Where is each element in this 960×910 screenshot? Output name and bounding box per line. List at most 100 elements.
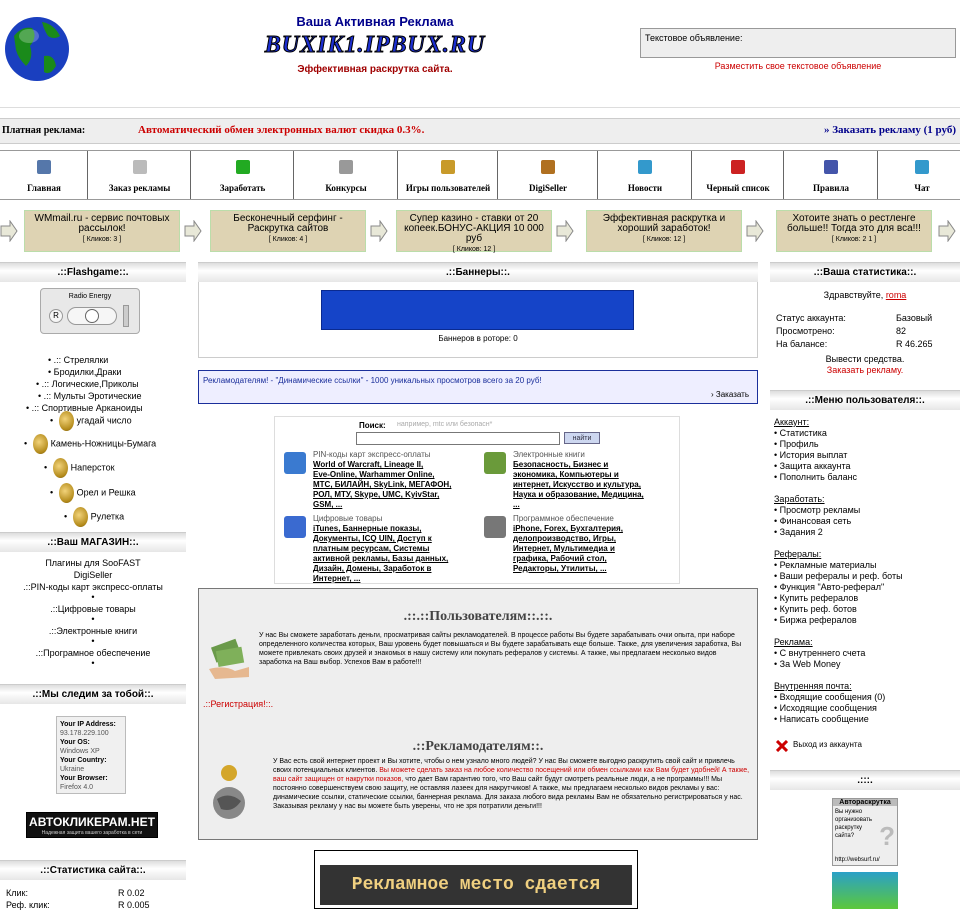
flashgame-item[interactable]: • Рулетка — [64, 507, 124, 527]
category-links[interactable]: активной рекламы, Базы данных, — [313, 554, 448, 564]
flashgame-item[interactable]: • угадай число — [50, 411, 132, 431]
menu-item-5[interactable]: DigiSeller — [498, 151, 598, 199]
ticker-item[interactable]: Хотоите знать о рестленге больше!! Тогда… — [776, 210, 932, 252]
category-link[interactable]: активной рекламы, Базы данных, — [313, 554, 448, 563]
arrow-right-icon[interactable] — [938, 220, 956, 242]
category-link[interactable]: Наука и образование, Медицина, — [513, 490, 644, 499]
menu-item-3[interactable]: Конкурсы — [294, 151, 398, 199]
order-ad-right-link[interactable]: Заказать рекламу. — [770, 365, 960, 375]
flashgame-item[interactable]: • .:: Стрелялки — [48, 355, 108, 365]
arrow-left-icon[interactable] — [0, 220, 18, 242]
menu-item-1[interactable]: Заказ рекламы — [88, 151, 191, 199]
category-links[interactable]: Безопасность, Бизнес и — [513, 460, 608, 470]
category-links[interactable]: графика, Рабочий стол, — [513, 554, 607, 564]
category-links[interactable]: GSM, ... — [313, 500, 342, 510]
banner-slot[interactable] — [321, 290, 634, 330]
ticker-arrow-icon[interactable] — [556, 220, 574, 242]
shop-item[interactable]: Плагины для SooFAST — [0, 558, 186, 568]
ticker-item[interactable]: WMmail.ru - сервис почтовых рассылок! [ К… — [24, 210, 180, 252]
user-menu-item[interactable]: • Профиль — [774, 439, 819, 449]
logout-x-icon[interactable] — [776, 740, 788, 752]
user-menu-item[interactable]: • Биржа рефералов — [774, 615, 857, 625]
menu-item-4[interactable]: Игры пользователей — [398, 151, 498, 199]
flashgame-item[interactable]: • .:: Логические,Приколы — [36, 379, 139, 389]
autosurf-ad[interactable]: Авторaскрутка Вы нужно организовать раск… — [832, 798, 898, 866]
search-button[interactable]: найти — [564, 432, 600, 444]
radio-volume-slider[interactable] — [123, 305, 129, 327]
menu-item-7[interactable]: Черный список — [692, 151, 784, 199]
user-menu-item[interactable]: • Исходящие сообщения — [774, 703, 877, 713]
order-ad-link[interactable]: » Заказать рекламу (1 руб) — [824, 124, 956, 136]
category-link[interactable]: экономика, Компьютеры и — [513, 470, 619, 479]
ticker-item[interactable]: Бесконечный серфинг - Раскрутка сайтов [ … — [210, 210, 366, 252]
category-link[interactable]: World of Warcraft, Lineage II, — [313, 460, 423, 469]
second-right-banner[interactable] — [832, 872, 898, 909]
radio-controls[interactable] — [67, 307, 117, 325]
category-links[interactable]: платным ресурсам, Системы — [313, 544, 430, 554]
user-menu-item[interactable]: • Входящие сообщения (0) — [774, 692, 885, 702]
shop-item[interactable]: DigiSeller — [0, 570, 186, 580]
category-link[interactable]: Eve-Online, Warhammer Online, — [313, 470, 435, 479]
user-menu-item[interactable]: • За Web Money — [774, 659, 840, 669]
menu-item-9[interactable]: Чат — [878, 151, 960, 199]
category-link[interactable]: GSM, ... — [313, 500, 342, 509]
user-menu-item[interactable]: • Финансовая сеть — [774, 516, 851, 526]
category-link[interactable]: iPhone, Forex, Бухгалтерия, — [513, 524, 623, 533]
user-menu-item[interactable]: • Функция "Авто-реферал" — [774, 582, 884, 592]
ticker-item[interactable]: Супер казино - ставки от 20 копеек.БОНУС… — [396, 210, 552, 253]
ad-place-banner[interactable]: Рекламное место сдается — [320, 865, 632, 905]
category-link[interactable]: РОЛ, МТУ, Skype, UMC, KyivStar, — [313, 490, 439, 499]
category-links[interactable]: Дизайн, Домены, Заработок в — [313, 564, 431, 574]
category-links[interactable]: Редакторы, Утилиты, ... — [513, 564, 607, 574]
user-menu-item[interactable]: • Купить рефералов — [774, 593, 858, 603]
user-menu-item[interactable]: • С внутреннего счета — [774, 648, 865, 658]
category-link[interactable]: Редакторы, Утилиты, ... — [513, 564, 607, 573]
menu-item-0[interactable]: Главная — [0, 151, 88, 199]
shop-item[interactable]: .::Электронные книги — [0, 626, 186, 636]
user-menu-item[interactable]: • Задания 2 — [774, 527, 823, 537]
category-link[interactable]: iTunes, Баннерные показы, — [313, 524, 421, 533]
site-logo-text[interactable]: BUXIK1.IPBUX.RU — [230, 32, 520, 59]
radio-player[interactable]: Radio Energy R — [40, 288, 140, 334]
ticker-arrow-icon[interactable] — [370, 220, 388, 242]
shop-item[interactable]: .::Програмное обеспечение — [0, 648, 186, 658]
category-links[interactable]: делопроизводство, Игры, — [513, 534, 616, 544]
ticker-arrow-icon[interactable] — [184, 220, 202, 242]
category-links[interactable]: iPhone, Forex, Бухгалтерия, — [513, 524, 623, 534]
ticker-arrow-icon[interactable] — [746, 220, 764, 242]
category-link[interactable]: Безопасность, Бизнес и — [513, 460, 608, 469]
category-link[interactable]: Интернет, Мультимедиа и — [513, 544, 615, 553]
user-menu-item[interactable]: • История выплат — [774, 450, 847, 460]
category-links[interactable]: Наука и образование, Медицина, — [513, 490, 644, 500]
flashgame-item[interactable]: • Орел и Решка — [50, 483, 136, 503]
radio-r-button[interactable]: R — [49, 309, 63, 323]
user-menu-item[interactable]: • Пополнить баланс — [774, 472, 857, 482]
user-menu-item[interactable]: • Купить реф. ботов — [774, 604, 857, 614]
user-menu-item[interactable]: • Рекламные материалы — [774, 560, 876, 570]
flashgame-item[interactable]: • Камень-Ножницы-Бумага — [24, 434, 156, 454]
place-text-ad-link[interactable]: Разместить свое текстовое объявление — [640, 61, 956, 71]
search-input[interactable] — [356, 432, 560, 445]
flashgame-item[interactable]: • Наперсток — [44, 458, 115, 478]
flashgame-item[interactable]: • .:: Мульты Эротические — [38, 391, 141, 401]
shop-item[interactable]: .::Цифровые товары — [0, 604, 186, 614]
shop-item[interactable]: .::PIN-коды карт экспресс-оплаты — [0, 582, 186, 592]
dynamic-links-order[interactable]: › Заказать — [711, 390, 749, 399]
category-links[interactable]: экономика, Компьютеры и — [513, 470, 619, 480]
autoclicker-banner[interactable]: АВТОКЛИКЕРАМ.НЕТ Надежная защита вашего … — [26, 812, 158, 838]
menu-item-6[interactable]: Новости — [598, 151, 692, 199]
category-links[interactable]: World of Warcraft, Lineage II, — [313, 460, 423, 470]
category-links[interactable]: iTunes, Баннерные показы, — [313, 524, 421, 534]
user-menu-item[interactable]: • Просмотр рекламы — [774, 505, 860, 515]
paid-ad-text[interactable]: Автоматический обмен электронных валют с… — [138, 124, 424, 136]
user-menu-item[interactable]: • Защита аккаунта — [774, 461, 851, 471]
logout-link[interactable]: Выход из аккаунта — [793, 740, 862, 749]
category-link[interactable]: делопроизводство, Игры, — [513, 534, 616, 543]
category-links[interactable]: Интернет, ... — [313, 574, 360, 584]
menu-item-2[interactable]: Заработать — [191, 151, 294, 199]
category-link[interactable]: интернет, Искусство и культура, — [513, 480, 641, 489]
category-link[interactable]: ... — [513, 500, 520, 509]
category-link[interactable]: Дизайн, Домены, Заработок в — [313, 564, 431, 573]
category-links[interactable]: Eve-Online, Warhammer Online, — [313, 470, 435, 480]
user-menu-item[interactable]: • Ваши рефералы и реф. боты — [774, 571, 903, 581]
